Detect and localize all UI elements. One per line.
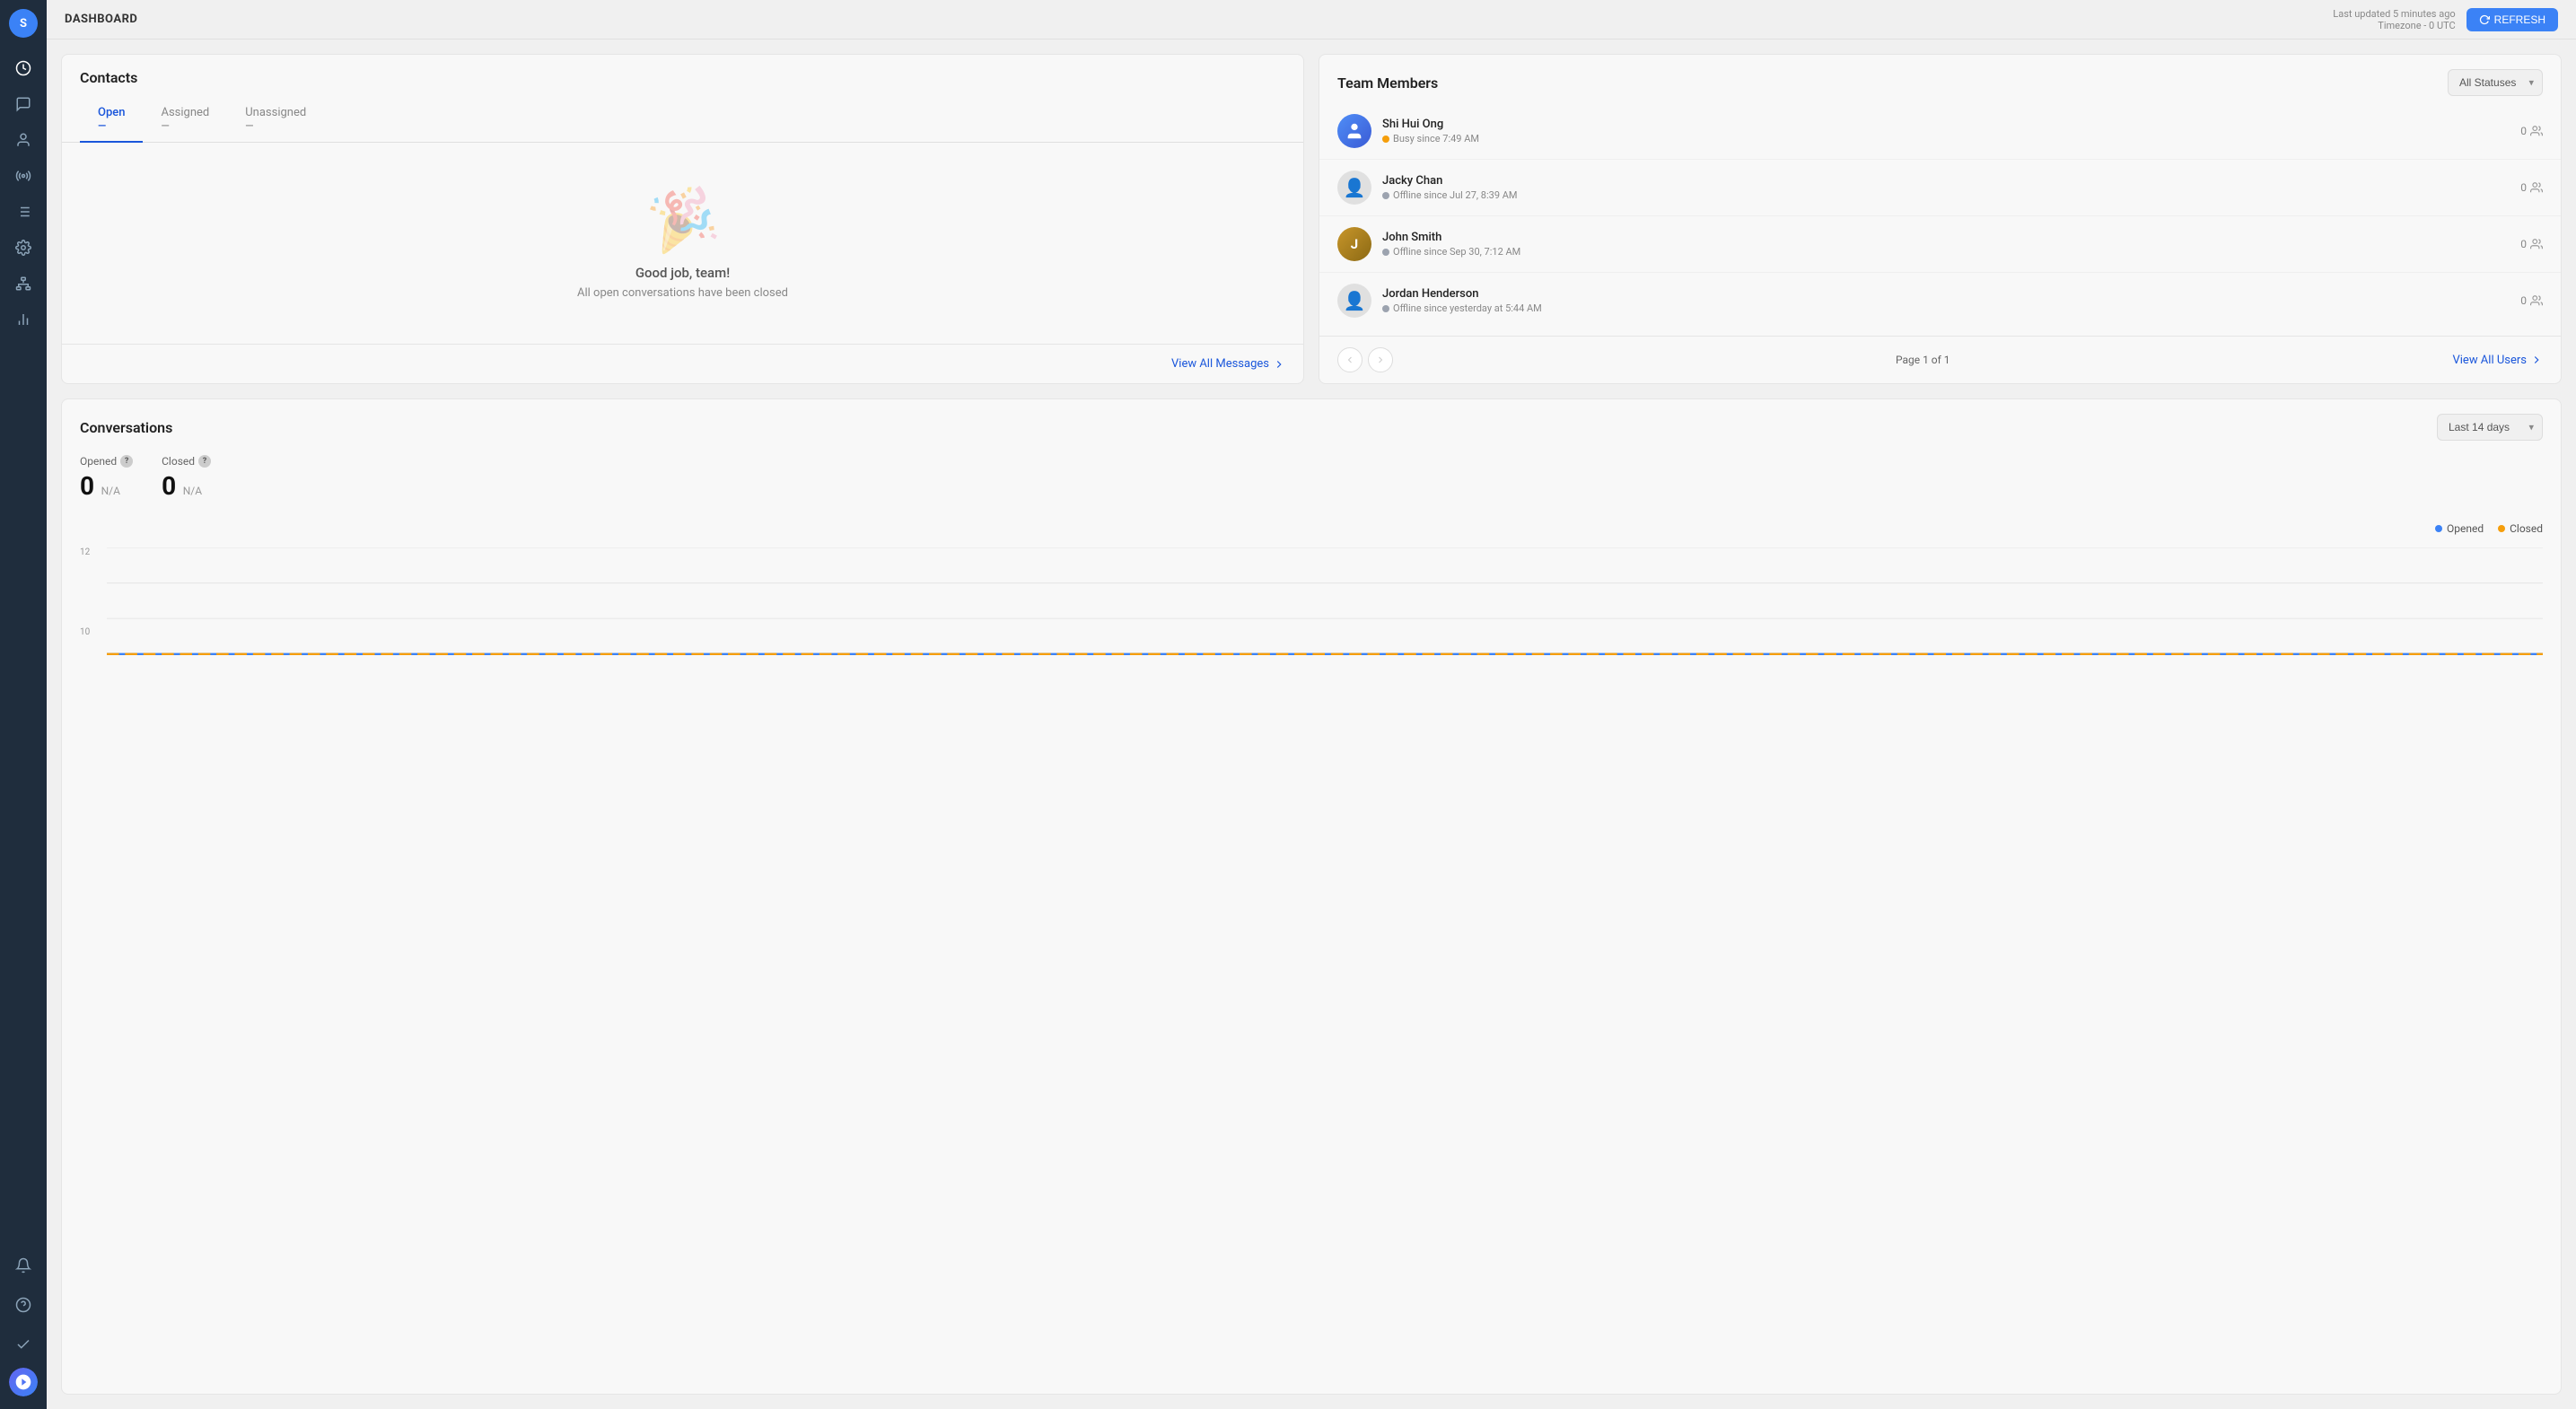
tab-open[interactable]: Open —: [80, 97, 143, 143]
contacts-empty-state: 🎉 Good job, team! All open conversations…: [62, 143, 1303, 344]
user-avatar[interactable]: S: [9, 9, 38, 38]
tab-unassigned[interactable]: Unassigned —: [227, 97, 324, 143]
check-icon[interactable]: [7, 1328, 39, 1361]
closed-na: N/A: [183, 485, 202, 497]
contacts-card: Contacts Open — Assigned — Unassigned — …: [61, 54, 1304, 384]
chat-icon[interactable]: [7, 88, 39, 120]
avatar: 👤: [1337, 171, 1371, 205]
status-dot-busy: [1382, 136, 1389, 143]
member-count: 0: [2520, 294, 2543, 307]
pagination-controls: [1337, 347, 1393, 372]
list-item: 👤 Jordan Henderson Offline since yesterd…: [1319, 273, 2561, 328]
closed-label: Closed ?: [162, 455, 211, 468]
contacts-title: Contacts: [80, 69, 137, 86]
conversations-stats: Opened ? 0 N/A Closed ? 0 N/A: [62, 441, 2561, 515]
last-updated: Last updated 5 minutes ago Timezone - 0 …: [2333, 8, 2455, 31]
conversations-title: Conversations: [80, 419, 172, 436]
time-filter-wrapper: Last 14 days Last 7 days Last 30 days La…: [2437, 414, 2543, 441]
closed-value: 0: [162, 471, 176, 501]
opened-help-icon: ?: [120, 455, 133, 468]
next-page-button[interactable]: [1368, 347, 1393, 372]
avatar: 👤: [1337, 284, 1371, 318]
member-count: 0: [2520, 181, 2543, 194]
opened-legend-dot: [2435, 525, 2442, 532]
member-name: Jacky Chan: [1382, 174, 2520, 188]
team-members-card: Team Members All Statuses Online Busy Of…: [1319, 54, 2562, 384]
list-item: J John Smith Offline since Sep 30, 7:12 …: [1319, 216, 2561, 273]
sidebar: S: [0, 0, 47, 1409]
opened-label: Opened ?: [80, 455, 133, 468]
page-info: Page 1 of 1: [1896, 354, 1950, 366]
closed-help-icon: ?: [198, 455, 211, 468]
notifications-icon[interactable]: [7, 1249, 39, 1282]
member-count: 0: [2520, 125, 2543, 137]
help-icon[interactable]: [7, 1289, 39, 1321]
status-dot-offline: [1382, 249, 1389, 256]
member-count: 0: [2520, 238, 2543, 250]
member-name: John Smith: [1382, 231, 2520, 244]
team-card-header: Team Members All Statuses Online Busy Of…: [1319, 55, 2561, 96]
chart-container: 12 10: [80, 547, 2543, 655]
opened-na: N/A: [101, 485, 120, 497]
team-org-icon[interactable]: [7, 267, 39, 300]
member-status: Offline since Jul 27, 8:39 AM: [1382, 189, 2520, 201]
status-dot-offline: [1382, 192, 1389, 199]
legend-closed: Closed: [2498, 522, 2543, 535]
member-status: Offline since yesterday at 5:44 AM: [1382, 302, 2520, 314]
member-info: Jordan Henderson Offline since yesterday…: [1382, 287, 2520, 314]
conversations-card: Conversations Last 14 days Last 7 days L…: [61, 398, 2562, 1395]
member-info: Shi Hui Ong Busy since 7:49 AM: [1382, 118, 2520, 144]
closed-legend-dot: [2498, 525, 2505, 532]
member-info: Jacky Chan Offline since Jul 27, 8:39 AM: [1382, 174, 2520, 201]
chart-svg: [107, 547, 2543, 655]
status-filter-wrapper: All Statuses Online Busy Offline: [2448, 69, 2543, 96]
empty-title: Good job, team!: [635, 265, 730, 281]
home-icon[interactable]: [7, 52, 39, 84]
list-item: Shi Hui Ong Busy since 7:49 AM 0: [1319, 103, 2561, 160]
dashboard: Contacts Open — Assigned — Unassigned — …: [47, 39, 2576, 1409]
refresh-button[interactable]: REFRESH: [2466, 8, 2558, 31]
page-title: DASHBOARD: [65, 13, 137, 26]
list-item: 👤 Jacky Chan Offline since Jul 27, 8:39 …: [1319, 160, 2561, 216]
main-content: DASHBOARD Last updated 5 minutes ago Tim…: [47, 0, 2576, 1409]
topbar-right: Last updated 5 minutes ago Timezone - 0 …: [2333, 8, 2558, 31]
opened-value: 0: [80, 471, 94, 501]
contacts-icon[interactable]: [7, 124, 39, 156]
settings-icon[interactable]: [7, 232, 39, 264]
contacts-footer: View All Messages: [62, 344, 1303, 383]
closed-stat: Closed ? 0 N/A: [162, 455, 211, 501]
conversations-header: Conversations Last 14 days Last 7 days L…: [62, 399, 2561, 441]
chart-legend: Opened Closed: [62, 515, 2561, 538]
status-filter-select[interactable]: All Statuses Online Busy Offline: [2448, 69, 2543, 96]
member-status: Busy since 7:49 AM: [1382, 133, 2520, 144]
team-pagination: Page 1 of 1 View All Users: [1319, 336, 2561, 383]
member-status: Offline since Sep 30, 7:12 AM: [1382, 246, 2520, 258]
avatar: J: [1337, 227, 1371, 261]
analytics-icon[interactable]: [7, 303, 39, 336]
time-filter-select[interactable]: Last 14 days Last 7 days Last 30 days La…: [2437, 414, 2543, 441]
opened-stat: Opened ? 0 N/A: [80, 455, 133, 501]
contacts-card-header: Contacts: [62, 55, 1303, 86]
party-popper-icon: 🎉: [642, 179, 723, 258]
chart-area: 12 10: [62, 538, 2561, 1394]
prev-page-button[interactable]: [1337, 347, 1362, 372]
member-info: John Smith Offline since Sep 30, 7:12 AM: [1382, 231, 2520, 258]
status-dot-offline: [1382, 305, 1389, 312]
team-list: Shi Hui Ong Busy since 7:49 AM 0: [1319, 96, 2561, 336]
topbar: DASHBOARD Last updated 5 minutes ago Tim…: [47, 0, 2576, 39]
user-profile-avatar[interactable]: [9, 1368, 38, 1396]
y-axis-labels: 12 10: [80, 547, 90, 637]
team-title: Team Members: [1337, 74, 1438, 92]
member-name: Shi Hui Ong: [1382, 118, 2520, 131]
avatar: [1337, 114, 1371, 148]
legend-opened: Opened: [2435, 522, 2484, 535]
list-icon[interactable]: [7, 196, 39, 228]
empty-subtitle: All open conversations have been closed: [577, 286, 788, 300]
view-all-users-link[interactable]: View All Users: [2452, 354, 2543, 367]
contacts-tabs: Open — Assigned — Unassigned —: [62, 97, 1303, 143]
view-all-messages-link[interactable]: View All Messages: [1171, 357, 1285, 371]
member-name: Jordan Henderson: [1382, 287, 2520, 301]
tab-assigned[interactable]: Assigned —: [143, 97, 227, 143]
broadcast-icon[interactable]: [7, 160, 39, 192]
